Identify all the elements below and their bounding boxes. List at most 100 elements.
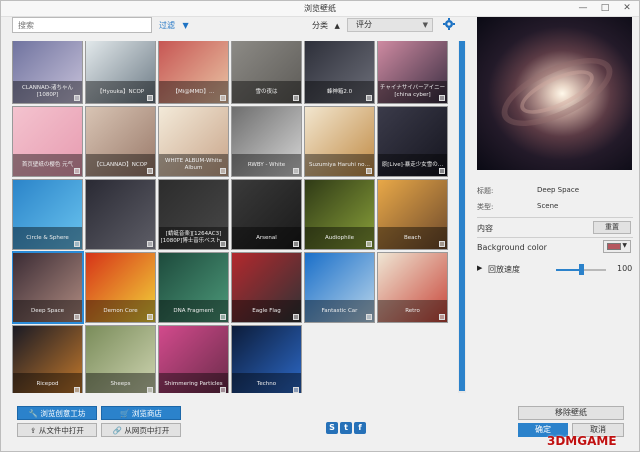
browse-store-label: 浏览商店 bbox=[131, 409, 162, 418]
minimize-button[interactable]: — bbox=[572, 1, 594, 16]
wallpaper-tile[interactable]: Deep Space bbox=[12, 251, 84, 324]
subscribed-marker-icon bbox=[366, 95, 372, 101]
type-label: 类型: bbox=[477, 203, 494, 211]
wallpaper-title: DNA Fragment bbox=[159, 300, 228, 322]
window-title: 浏览壁纸 bbox=[304, 4, 336, 13]
twitter-icon[interactable]: t bbox=[340, 422, 352, 434]
subscribed-marker-icon bbox=[147, 168, 153, 174]
wallpaper-tile[interactable]: 蜂神箱2.0 bbox=[304, 41, 375, 104]
close-button[interactable]: ✕ bbox=[616, 1, 638, 16]
wallpaper-tile[interactable]: 首页壁纸の樱色 元气 bbox=[12, 106, 83, 177]
wallpaper-tile[interactable]: 原[Live]-暴走少女雪の… bbox=[377, 106, 448, 177]
wallpaper-title-text: 【Mi@MMD】… bbox=[172, 88, 215, 95]
subscribed-marker-icon bbox=[439, 95, 445, 101]
wallpaper-title-text: 雪の夜は bbox=[255, 88, 278, 95]
subscribed-marker-icon bbox=[366, 241, 372, 247]
wallpaper-title: Demon Core bbox=[86, 300, 155, 322]
wallpaper-tile[interactable]: Eagle Flag bbox=[231, 252, 302, 323]
subscribed-marker-icon bbox=[439, 168, 445, 174]
subscribed-marker-icon bbox=[147, 241, 153, 247]
social-links: Stf bbox=[326, 422, 376, 436]
subscribed-marker-icon bbox=[293, 241, 299, 247]
open-from-web-button[interactable]: 🔗 从网页中打开 bbox=[101, 423, 181, 437]
subscribed-marker-icon bbox=[147, 95, 153, 101]
subscribed-marker-icon bbox=[220, 387, 226, 393]
browse-store-button[interactable]: 🛒 浏览商店 bbox=[101, 406, 181, 420]
wallpaper-title-text: [蜻蜓音楽][1264AC3][1080P]博士音乐ベスト… bbox=[160, 231, 227, 244]
wallpaper-title-text: 【CLANNAD】NCOP bbox=[93, 161, 148, 168]
wallpaper-title: Deep Space bbox=[13, 300, 82, 322]
play-icon[interactable]: ▶ bbox=[477, 264, 482, 272]
grid-scrollbar[interactable] bbox=[458, 41, 466, 393]
wallpaper-title: 蜂神箱2.0 bbox=[305, 81, 374, 103]
gear-icon[interactable] bbox=[443, 18, 455, 30]
wallpaper-title: Techno bbox=[232, 373, 301, 393]
facebook-icon[interactable]: f bbox=[354, 422, 366, 434]
subscribed-marker-icon bbox=[74, 168, 80, 174]
wallpaper-title-text: 原[Live]-暴走少女雪の… bbox=[381, 161, 444, 168]
playback-speed-row: ▶ 回放速度 100 bbox=[477, 264, 633, 276]
wallpaper-title: Shimmering Particles bbox=[159, 373, 228, 393]
wallpaper-tile[interactable]: Retro bbox=[377, 252, 448, 323]
speed-slider-handle[interactable] bbox=[579, 264, 584, 275]
wallpaper-tile[interactable]: 雪の夜は bbox=[231, 41, 302, 104]
wallpaper-tile[interactable]: WHITE ALBUM-White Album bbox=[158, 106, 229, 177]
wallpaper-tile[interactable]: Shimmering Particles bbox=[158, 325, 229, 393]
browse-workshop-button[interactable]: 🔧 浏览创意工坊 bbox=[17, 406, 97, 420]
wallpaper-title: Retro bbox=[378, 300, 447, 322]
wallpaper-title: RWBY - White bbox=[232, 154, 301, 176]
search-input[interactable] bbox=[12, 17, 152, 33]
open-from-file-button[interactable]: ⇪ 从文件中打开 bbox=[17, 423, 97, 437]
steam-icon[interactable]: S bbox=[326, 422, 338, 434]
wallpaper-tile[interactable]: Arsenal bbox=[231, 179, 302, 250]
wallpaper-title-text: Shimmering Particles bbox=[164, 380, 223, 387]
wallpaper-tile[interactable]: Circle & Sphere bbox=[12, 179, 83, 250]
wallpaper-tile[interactable]: Suzumiya Haruhi no… bbox=[304, 106, 375, 177]
wallpaper-tile[interactable]: Demon Core bbox=[85, 252, 156, 323]
wallpaper-title: WHITE ALBUM-White Album bbox=[159, 154, 228, 176]
background-color-label: Background color bbox=[477, 243, 547, 252]
wallpaper-tile[interactable]: CLANNAD-渚ちゃん [1080P] bbox=[12, 41, 83, 104]
wallpaper-tile[interactable]: 【Mi@MMD】… bbox=[158, 41, 229, 104]
wallpaper-tile[interactable]: チャイナサイバーアイニー[china cyber] bbox=[377, 41, 448, 104]
sort-control[interactable]: 分类 ▲ bbox=[312, 20, 340, 31]
wallpaper-title: チャイナサイバーアイニー[china cyber] bbox=[378, 81, 447, 103]
title-value: Deep Space bbox=[537, 186, 580, 194]
wallpaper-tile[interactable]: [蜻蜓音楽][1264AC3][1080P]博士音乐ベスト… bbox=[158, 179, 229, 250]
wallpaper-tile[interactable]: 【Hyouka】NCOP bbox=[85, 41, 156, 104]
browse-workshop-label: 浏览创意工坊 bbox=[40, 409, 86, 418]
wallpaper-tile[interactable]: Sheeps bbox=[85, 325, 156, 393]
wallpaper-tile[interactable]: Beach bbox=[377, 179, 448, 250]
wallpaper-title: Sheeps bbox=[86, 373, 155, 393]
subscribed-marker-icon bbox=[147, 314, 153, 320]
maximize-button[interactable]: □ bbox=[594, 1, 616, 16]
open-from-web-label: 从网页中打开 bbox=[124, 426, 170, 435]
wallpaper-title-text: Techno bbox=[256, 380, 277, 387]
wallpaper-tile[interactable]: RWBY - White bbox=[231, 106, 302, 177]
wallpaper-tile[interactable]: DNA Fragment bbox=[158, 252, 229, 323]
wallpaper-tile[interactable] bbox=[85, 179, 156, 250]
wallpaper-tile[interactable]: Techno bbox=[231, 325, 302, 393]
background-color-picker[interactable]: ▼ bbox=[603, 240, 631, 253]
wallpaper-tile[interactable]: 【CLANNAD】NCOP bbox=[85, 106, 156, 177]
wallpaper-tile[interactable]: Audiophile bbox=[304, 179, 375, 250]
sort-label: 分类 bbox=[312, 21, 328, 30]
watermark-logo: 3DMGAME bbox=[547, 434, 617, 448]
scrollbar-thumb[interactable] bbox=[459, 41, 465, 391]
wallpaper-title-text: 首页壁纸の樱色 元气 bbox=[21, 161, 74, 168]
remove-wallpaper-button[interactable]: 移除壁纸 bbox=[518, 406, 624, 420]
wallpaper-title: Audiophile bbox=[305, 227, 374, 249]
wallpaper-tile[interactable]: Ricepod bbox=[12, 325, 83, 393]
reset-button[interactable]: 重置 bbox=[593, 221, 631, 234]
filter-toggle[interactable]: 过滤 ▼ bbox=[159, 20, 189, 31]
title-label: 标题: bbox=[477, 187, 494, 195]
subscribed-marker-icon bbox=[293, 314, 299, 320]
chevron-down-icon: ▼ bbox=[622, 242, 627, 249]
subscribed-marker-icon bbox=[74, 387, 80, 393]
sort-direction-icon[interactable]: ▲ bbox=[335, 22, 340, 30]
wallpaper-title-text: Ricepod bbox=[36, 380, 59, 387]
sort-select[interactable]: 评分 ▼ bbox=[347, 18, 433, 32]
link-icon: 🔗 bbox=[112, 426, 122, 435]
wallpaper-tile[interactable]: Fantastic Car bbox=[304, 252, 375, 323]
subscribed-marker-icon bbox=[147, 387, 153, 393]
